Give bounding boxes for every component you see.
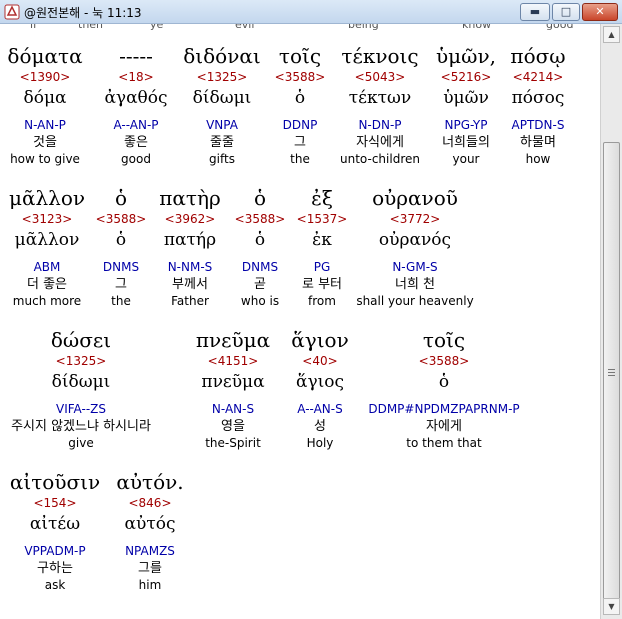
greek-word: αὐτόν. (116, 470, 184, 494)
strongs-number[interactable]: <3588> (350, 354, 538, 368)
lemma: αὐτός (124, 514, 176, 534)
parsing-code: APTDN-S (511, 118, 565, 132)
lemma: πόσος (511, 88, 565, 108)
grip-line (608, 372, 615, 373)
close-icon: ✕ (595, 5, 605, 18)
up-arrow-icon: ▲ (608, 30, 615, 39)
lemma: οὐρανός (378, 230, 452, 250)
word-block[interactable]: αὐτόν. <846> αὐτός NPAMZS 그를 him (90, 470, 210, 592)
partial-gloss: ye (150, 24, 164, 31)
strongs-number[interactable]: <4214> (478, 70, 598, 84)
word-block[interactable]: οὐρανοῦ <3772> οὐρανός N-GM-S 너희 천 shall… (355, 186, 475, 308)
partial-gloss: evil (235, 24, 255, 31)
minimize-icon: ▬ (529, 5, 541, 18)
partial-gloss: then (78, 24, 104, 31)
close-button[interactable]: ✕ (582, 3, 618, 21)
maximize-button[interactable]: □ (552, 3, 580, 21)
maximize-icon: □ (560, 5, 572, 18)
partial-gloss: being (348, 24, 379, 31)
window-title: @원전본해 - 눅 11:13 (24, 6, 142, 20)
korean-gloss: 자에게 (426, 419, 462, 434)
greek-word: δώσει (50, 328, 112, 352)
partial-gloss: good (546, 24, 574, 31)
grip-line (608, 369, 615, 370)
partial-gloss: know (462, 24, 492, 31)
grip-line (608, 375, 615, 376)
word-block[interactable]: πόσῳ <4214> πόσος APTDN-S 하물며 how (478, 44, 598, 166)
down-arrow-icon: ▼ (608, 602, 615, 611)
english-gloss: shall your heavenly (356, 294, 474, 308)
greek-word: τοῖς (422, 328, 466, 352)
parsing-code: DDMP#NPDMZPAPRNM-P (368, 402, 520, 416)
minimize-button[interactable]: ▬ (520, 3, 550, 21)
english-gloss: how (525, 152, 551, 166)
strongs-number[interactable]: <3772> (355, 212, 475, 226)
greek-word: πόσῳ (510, 44, 566, 68)
app-icon (4, 4, 20, 20)
korean-gloss: 주시지 않겠느냐 하시니라 (11, 419, 151, 434)
english-gloss: to them that (406, 436, 482, 450)
parsing-code: VIFA--ZS (56, 402, 106, 416)
greek-word: οὐρανοῦ (372, 186, 458, 210)
korean-gloss: 하물며 (520, 135, 556, 150)
english-gloss: him (138, 578, 162, 592)
word-block[interactable]: τοῖς <3588> ὁ DDMP#NPDMZPAPRNM-P 자에게 to … (350, 328, 538, 450)
scroll-up-button[interactable]: ▲ (603, 26, 620, 43)
partial-gloss: if (30, 24, 37, 31)
word-block[interactable]: δώσει <1325> δίδωμι VIFA--ZS 주시지 않겠느냐 하시… (0, 328, 176, 450)
korean-gloss: 너희 천 (394, 277, 435, 292)
scroll-thumb[interactable] (603, 142, 620, 604)
english-gloss: give (68, 436, 94, 450)
interlinear-pane: if then ye evil being know good δόματα <… (0, 24, 600, 619)
lemma: ὁ (438, 372, 450, 392)
lemma: δίδωμι (51, 372, 111, 392)
scroll-down-button[interactable]: ▼ (603, 598, 620, 615)
korean-gloss: 그를 (138, 561, 162, 576)
parsing-code: N-GM-S (392, 260, 438, 274)
vertical-scrollbar[interactable]: ▲ ▼ (600, 24, 622, 619)
title-bar: @원전본해 - 눅 11:13 ▬ □ ✕ (0, 0, 622, 24)
strongs-number[interactable]: <1325> (0, 354, 176, 368)
strongs-number[interactable]: <846> (90, 496, 210, 510)
parsing-code: NPAMZS (125, 544, 175, 558)
